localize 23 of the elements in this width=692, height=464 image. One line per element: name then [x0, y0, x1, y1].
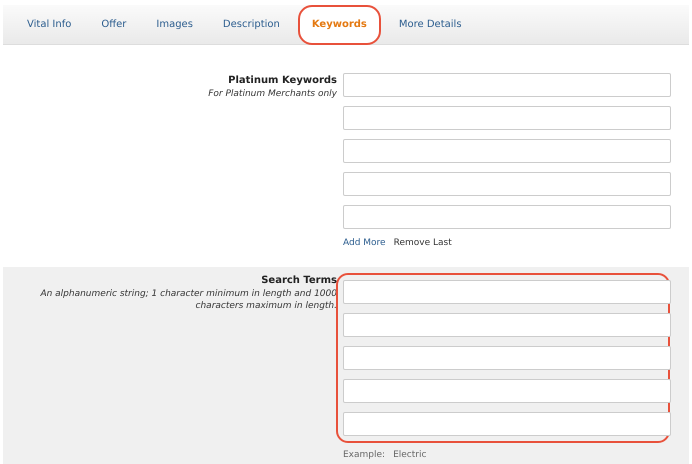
example-value: Electric — [393, 448, 426, 462]
tab[interactable]: Offer — [89, 4, 138, 44]
keyword-field[interactable] — [343, 280, 671, 304]
section-hint: An alphanumeric string; 1 character minimum in length and 1000 characters maximum in length. — [39, 288, 337, 312]
keyword-field[interactable] — [343, 312, 671, 336]
add-more-link[interactable]: Add More — [343, 237, 386, 250]
section-title: Search Terms — [261, 274, 337, 288]
keyword-field[interactable] — [343, 106, 671, 130]
tab[interactable]: Images — [144, 4, 205, 44]
keyword-field[interactable] — [343, 378, 671, 402]
keyword-field[interactable] — [343, 73, 671, 97]
tab[interactable]: Vital Info — [15, 4, 84, 44]
keyword-field[interactable] — [343, 139, 671, 163]
keyword-field[interactable] — [343, 412, 671, 436]
section-title: Platinum Keywords — [228, 74, 337, 88]
keyword-field[interactable] — [343, 205, 671, 229]
remove-last-link[interactable]: Remove Last — [394, 237, 452, 250]
tab[interactable]: Description — [210, 4, 292, 44]
keyword-field[interactable] — [343, 346, 671, 370]
tab[interactable]: More Details — [386, 4, 474, 44]
example-label: Example: — [343, 448, 386, 462]
section-hint: For Platinum Merchants only — [207, 88, 337, 100]
keyword-field[interactable] — [343, 172, 671, 196]
